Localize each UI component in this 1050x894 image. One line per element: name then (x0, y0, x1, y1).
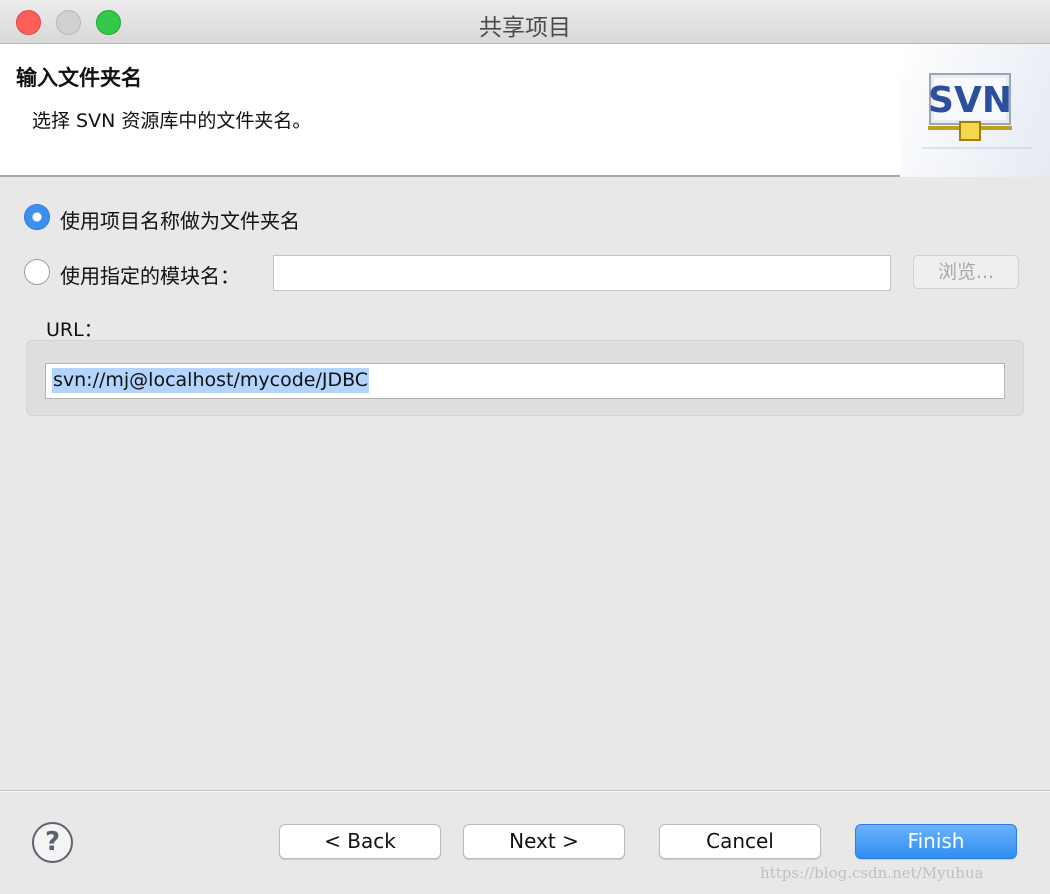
use-project-name-radio[interactable] (24, 204, 50, 230)
footer-divider (0, 790, 1050, 792)
url-label: URL： (46, 319, 103, 341)
wizard-banner: 输入文件夹名 选择 SVN 资源库中的文件夹名。 SVN (0, 44, 1050, 177)
use-module-name-radio[interactable] (24, 259, 50, 285)
window-title: 共享项目 (479, 15, 571, 41)
watermark: https://blog.csdn.net/Myuhua (760, 864, 984, 882)
module-name-input[interactable] (273, 255, 891, 291)
cancel-button[interactable]: Cancel (659, 824, 821, 859)
next-button[interactable]: Next > (463, 824, 625, 859)
finish-button[interactable]: Finish (855, 824, 1017, 859)
use-module-name-label[interactable]: 使用指定的模块名： (60, 260, 240, 289)
title-bar: 共享项目 (0, 0, 1050, 44)
page-description: 选择 SVN 资源库中的文件夹名。 (32, 110, 312, 132)
banner-art: SVN (900, 44, 1050, 177)
help-icon[interactable]: ? (32, 822, 73, 863)
use-project-name-label[interactable]: 使用项目名称做为文件夹名 (60, 205, 300, 234)
url-field[interactable]: svn://mj@localhost/mycode/JDBC (45, 363, 1005, 399)
back-button[interactable]: < Back (279, 824, 441, 859)
browse-button[interactable]: 浏览... (913, 255, 1019, 289)
svn-logo-text: SVN (928, 80, 1012, 121)
url-value: svn://mj@localhost/mycode/JDBC (52, 368, 370, 393)
svn-logo-icon: SVN (922, 73, 1032, 149)
page-title: 输入文件夹名 (16, 66, 142, 90)
